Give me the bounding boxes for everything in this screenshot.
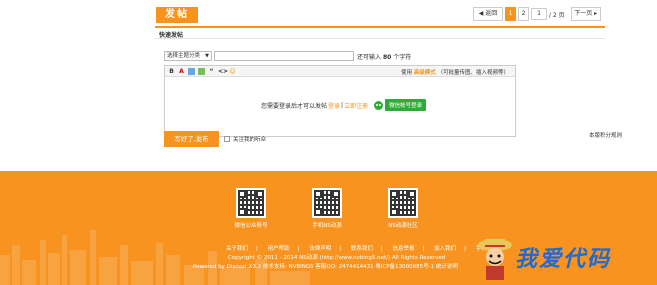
qr-label-mobile: 手机NS动源 [312, 223, 342, 229]
editor-toolbar: B A “ <> ☺ 使用 高级模式 （可批量传图、插入视频等） [165, 66, 515, 77]
login-link[interactable]: 登录 [328, 101, 340, 110]
char-count: 80 [382, 54, 392, 61]
watermark-logo: 我爱代码 [475, 233, 645, 285]
pager-page-2[interactable]: 2 [518, 7, 529, 21]
follow-checkbox[interactable] [224, 136, 230, 142]
quote-icon[interactable]: “ [208, 68, 215, 75]
pagination: ◀ 返回 1 2 1 / 2 页 下一页 ▸ [473, 7, 603, 21]
copyright-text: Copyright © 2011 - 2014 NS动源 (http://www… [228, 255, 446, 261]
powered-by-text: Powered by Discuz! X3.2 技术支持: NVBING5 客服… [193, 264, 458, 270]
footer-link-report[interactable]: 信息举报 [393, 246, 415, 252]
login-hint: 您需要登录后才可以发帖 登录 | 立即注册 微信帐号登录 [261, 99, 427, 111]
pager-next-button[interactable]: 下一页 ▸ [570, 7, 601, 21]
thread-type-label: 选择主题分类 [167, 53, 201, 59]
emoji-icon[interactable]: ☺ [229, 68, 236, 75]
pager-page-1[interactable]: 1 [505, 7, 516, 21]
char-hint: 还可输入 80 个字符 [357, 52, 411, 61]
advanced-mode-hint: 使用 高级模式 （可批量传图、插入视频等） [401, 68, 509, 76]
quick-post-title: 快速发帖 [159, 32, 184, 39]
footer: 微信公众账号 手机NS动源 NS动源社区 关于我们 | 用户帮助 | 法律声明 | 联… [0, 171, 657, 285]
font-color-icon[interactable]: A [178, 68, 185, 75]
link-separator: | [422, 246, 425, 252]
qr-label-wechat: 微信公众账号 [234, 223, 268, 229]
mobile-qr-code [312, 188, 342, 218]
link-separator: | [339, 246, 342, 252]
pager-total: / 2 页 [549, 11, 565, 19]
wechat-qr-code [236, 188, 266, 218]
char-hint-prefix: 还可输入 [357, 54, 382, 61]
post-editor[interactable]: B A “ <> ☺ 使用 高级模式 （可批量传图、插入视频等） 您需要登录后才… [164, 65, 516, 137]
pager-back-button[interactable]: ◀ 返回 [473, 7, 503, 21]
advanced-prefix: 使用 [400, 70, 412, 76]
new-post-button[interactable]: 发帖 [156, 7, 198, 23]
follow-label: 关注我的听众 [233, 137, 267, 143]
login-hint-text: 您需要登录后才可以发帖 [261, 102, 328, 110]
chevron-down-icon: ▼ [205, 53, 209, 59]
login-separator: | [341, 101, 344, 109]
link-icon[interactable] [198, 68, 205, 75]
code-icon[interactable]: <> [218, 68, 228, 75]
quick-post-header: 快速发帖 [155, 28, 605, 39]
quick-post-panel: 选择主题分类 ▼ 还可输入 80 个字符 B A “ <> ☺ 使用 高级模式 … [155, 39, 622, 151]
image-icon[interactable] [188, 68, 195, 75]
wechat-login-button[interactable]: 微信帐号登录 [385, 99, 427, 111]
register-link[interactable]: 立即注册 [344, 101, 368, 110]
watermark-text: 我爱代码 [515, 247, 612, 272]
link-separator: | [464, 246, 466, 252]
advanced-suffix: （可批量传图、插入视频等） [437, 70, 509, 76]
bold-icon[interactable]: B [168, 68, 175, 75]
footer-link-help[interactable]: 用户帮助 [268, 246, 290, 252]
community-qr-code [388, 188, 418, 218]
wechat-icon [374, 100, 384, 110]
char-hint-suffix: 个字符 [393, 54, 412, 61]
submit-post-button[interactable]: 写好了,发布 [164, 131, 219, 147]
title-input[interactable] [214, 51, 354, 61]
page-number-input[interactable]: 1 [531, 8, 547, 20]
advanced-mode-link[interactable]: 高级模式 [414, 70, 436, 76]
thread-type-select[interactable]: 选择主题分类 ▼ [164, 51, 212, 61]
pirate-character-icon [478, 239, 512, 280]
footer-link-legal[interactable]: 法律声明 [309, 246, 331, 252]
footer-link-about[interactable]: 关于我们 [226, 246, 248, 252]
footer-link-contact[interactable]: 联系我们 [351, 246, 373, 252]
qr-label-community: NS动源社区 [388, 223, 418, 229]
credit-rules-link[interactable]: 本版积分规则 [589, 131, 622, 139]
footer-links: 关于我们| 用户帮助| 法律声明| 联系我们| 信息举报| 加入我们| 手机社区 [222, 244, 502, 252]
footer-link-join[interactable]: 加入我们 [434, 246, 456, 252]
link-separator: | [380, 246, 383, 252]
link-separator: | [297, 246, 300, 252]
link-separator: | [256, 246, 258, 252]
